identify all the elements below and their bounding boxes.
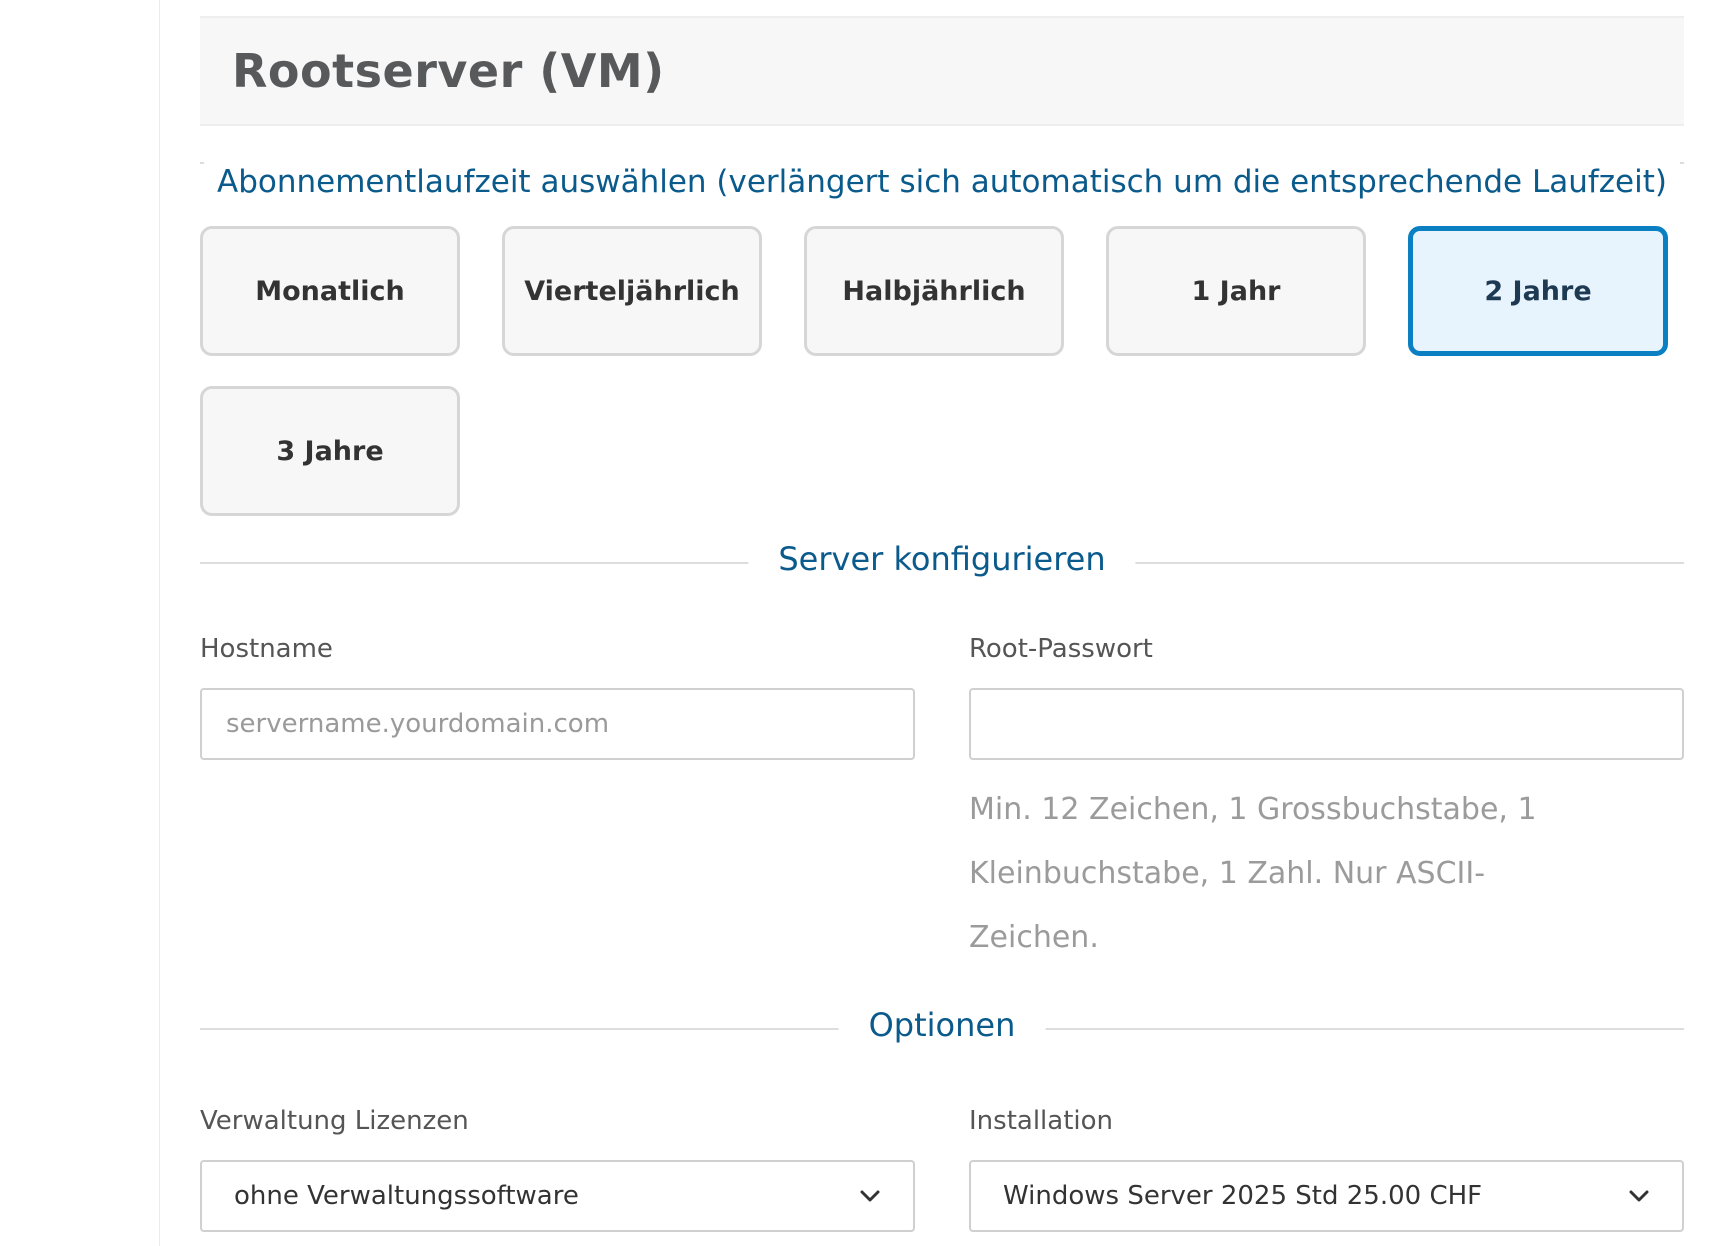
product-title-panel: Rootserver (VM) — [200, 16, 1684, 126]
product-config-panel: Rootserver (VM) Abonnementlaufzeit auswä… — [200, 16, 1684, 1232]
license-management-label: Verwaltung Lizenzen — [200, 1106, 469, 1136]
product-title: Rootserver (VM) — [232, 44, 665, 98]
installation-label: Installation — [969, 1106, 1114, 1136]
billing-option-quarterly[interactable]: Vierteljährlich — [502, 226, 762, 356]
billing-option-biennially[interactable]: 2 Jahre — [1408, 226, 1668, 356]
options-fields: Verwaltung Lizenzen ohne Verwaltungssoft… — [200, 1106, 1684, 1232]
license-management-select[interactable]: ohne Verwaltungssoftware — [200, 1160, 915, 1232]
hostname-group: Hostname — [200, 634, 915, 970]
password-requirements-hint: Min. 12 Zeichen, 1 Grossbuchstabe, 1 Kle… — [969, 792, 1537, 955]
installation-select[interactable]: Windows Server 2025 Std 25.00 CHF — [969, 1160, 1684, 1232]
license-management-value: ohne Verwaltungssoftware — [234, 1181, 579, 1211]
server-config-heading: Server konfigurieren — [748, 540, 1136, 578]
server-config-divider: Server konfigurieren — [200, 540, 1684, 578]
billing-cycle-options: Monatlich Vierteljährlich Halbjährlich 1… — [200, 226, 1684, 516]
license-management-group: Verwaltung Lizenzen ohne Verwaltungssoft… — [200, 1106, 915, 1232]
options-divider: Optionen — [200, 1006, 1684, 1044]
hostname-input[interactable] — [200, 688, 915, 760]
root-password-input[interactable] — [969, 688, 1684, 760]
installation-group: Installation Windows Server 2025 Std 25.… — [969, 1106, 1684, 1232]
billing-option-annually[interactable]: 1 Jahr — [1106, 226, 1366, 356]
chevron-down-icon — [859, 1185, 881, 1207]
server-config-fields: Hostname Root-Passwort Min. 12 Zeichen, … — [200, 634, 1684, 970]
options-heading: Optionen — [838, 1006, 1046, 1044]
left-sidebar-gutter — [0, 0, 160, 1246]
root-password-group: Root-Passwort Min. 12 Zeichen, 1 Grossbu… — [969, 634, 1684, 970]
root-password-label: Root-Passwort — [969, 634, 1153, 664]
billing-option-monthly[interactable]: Monatlich — [200, 226, 460, 356]
installation-value: Windows Server 2025 Std 25.00 CHF — [1003, 1181, 1483, 1211]
billing-option-triennially[interactable]: 3 Jahre — [200, 386, 460, 516]
billing-option-semiannually[interactable]: Halbjährlich — [804, 226, 1064, 356]
hostname-label: Hostname — [200, 634, 333, 664]
chevron-down-icon — [1628, 1185, 1650, 1207]
billing-cycle-heading: Abonnementlaufzeit auswählen (verlängert… — [200, 162, 1684, 200]
